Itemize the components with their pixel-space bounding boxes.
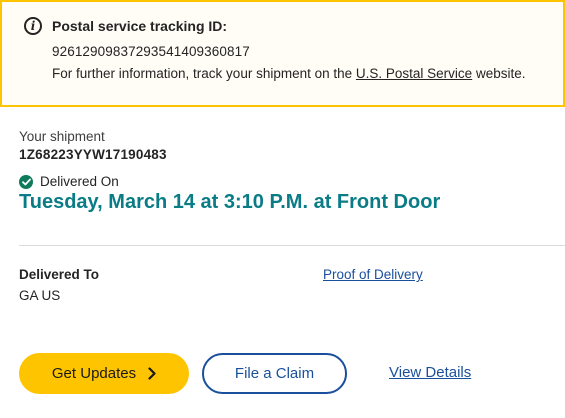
divider (19, 245, 565, 246)
notice-info-suffix: website. (472, 66, 526, 81)
delivered-to-label: Delivered To (19, 267, 100, 282)
check-circle-icon (19, 174, 33, 189)
shipment-label: Your shipment (19, 129, 105, 144)
status-label: Delivered On (40, 174, 119, 189)
usps-website-link[interactable]: U.S. Postal Service (356, 66, 472, 81)
notice-title: Postal service tracking ID: (52, 18, 228, 34)
get-updates-label: Get Updates (51, 365, 137, 382)
chevron-right-icon (148, 367, 156, 380)
info-icon: i (24, 17, 42, 35)
delivered-to-value: GA US (19, 288, 61, 303)
view-details-link[interactable]: View Details (389, 364, 471, 381)
shipment-number: 1Z68223YYW17190483 (19, 147, 167, 162)
file-claim-label: File a Claim (234, 365, 315, 382)
postal-tracking-id: 9261290983729354140936081​7 (52, 44, 250, 59)
proof-of-delivery-link[interactable]: Proof of Delivery (323, 267, 423, 282)
file-claim-button[interactable]: File a Claim (202, 353, 347, 394)
notice-info: For further information, track your ship… (52, 66, 525, 81)
get-updates-button[interactable]: Get Updates (19, 353, 189, 394)
delivery-status: Delivered On (19, 174, 119, 189)
usps-notice: i Postal service tracking ID: 9261290983… (0, 0, 565, 107)
delivered-datetime: Tuesday, March 14 at 3:10 P.M. at Front … (19, 191, 441, 213)
notice-info-prefix: For further information, track your ship… (52, 66, 356, 81)
